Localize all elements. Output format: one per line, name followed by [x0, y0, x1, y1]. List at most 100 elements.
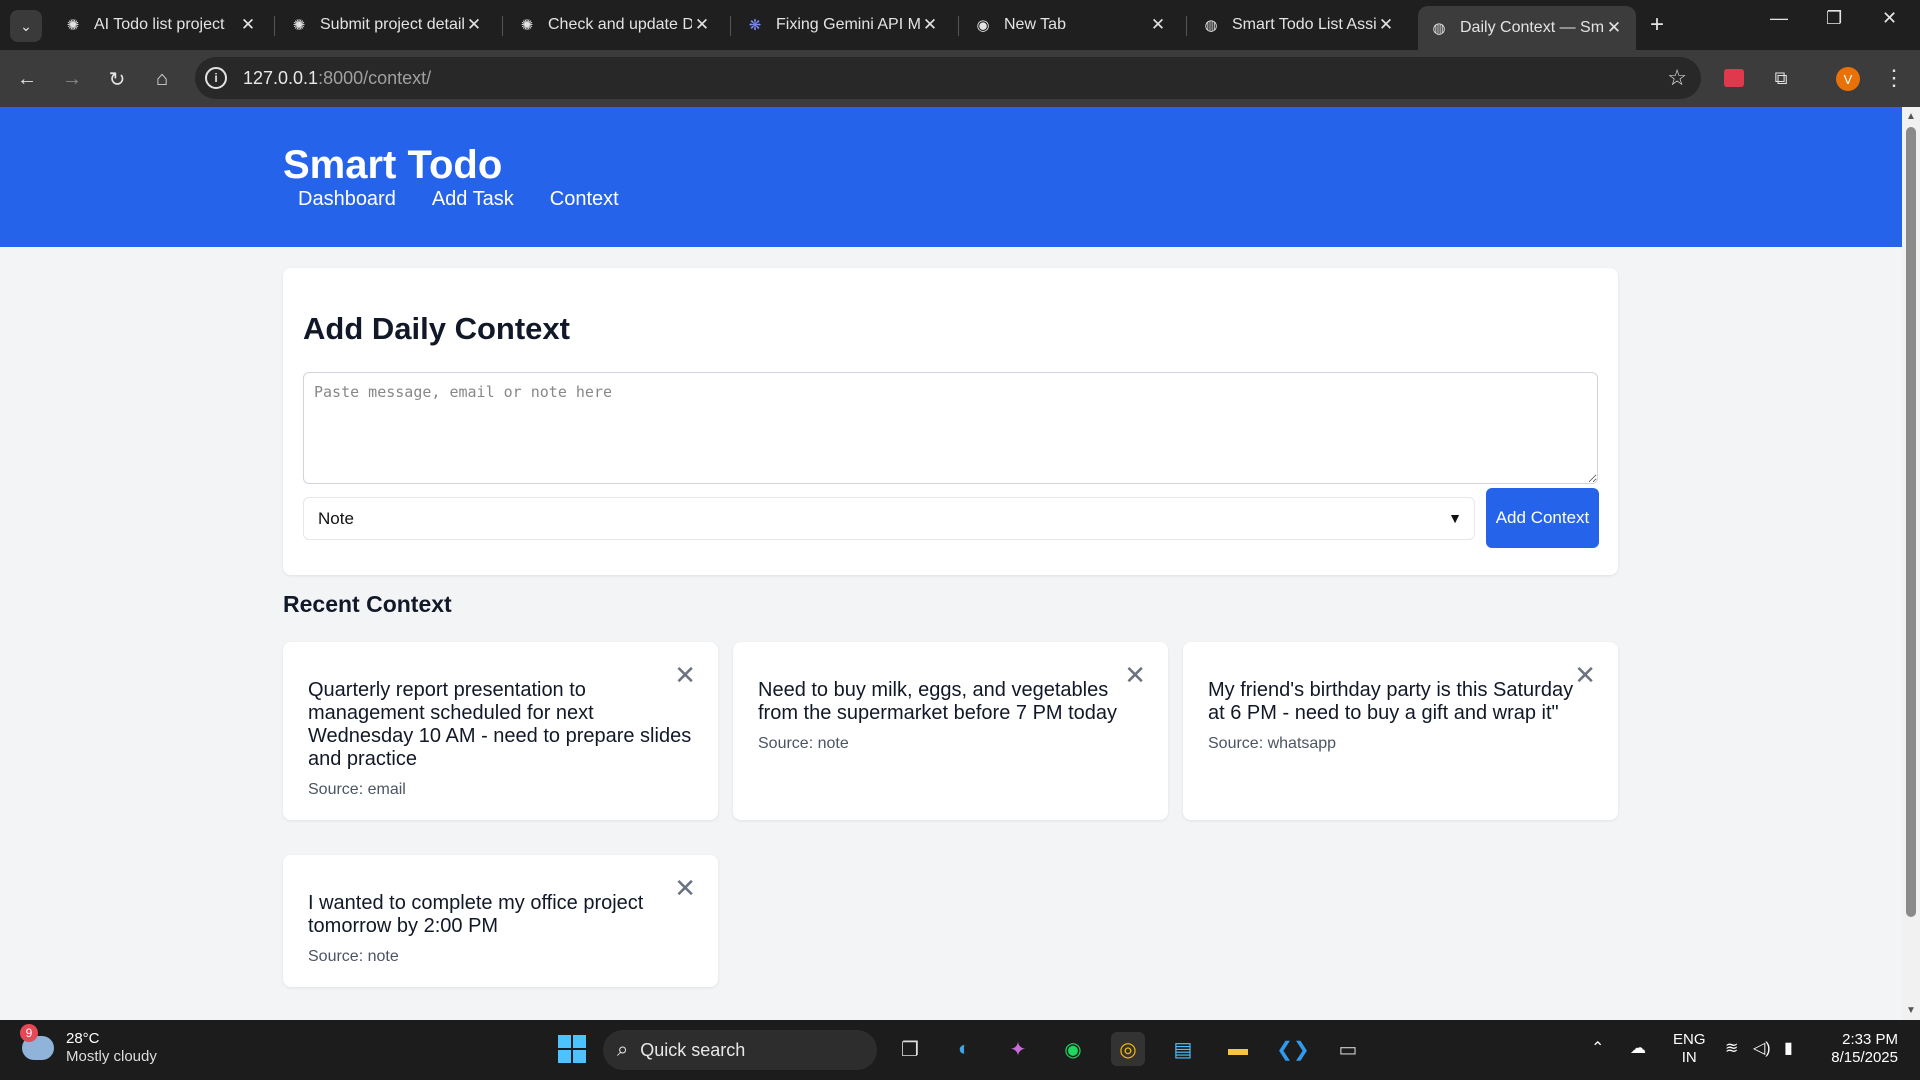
- lang-primary: ENG: [1673, 1031, 1706, 1048]
- delete-context-icon[interactable]: ✕: [1574, 660, 1596, 691]
- source-select[interactable]: Note ▼: [303, 497, 1475, 540]
- spotify-icon[interactable]: ◉: [1056, 1032, 1090, 1066]
- windows-start-icon[interactable]: [555, 1032, 589, 1066]
- page-scrollbar[interactable]: ▲ ▼: [1902, 107, 1920, 1020]
- profile-avatar[interactable]: V: [1836, 67, 1860, 91]
- openai-icon: ✺: [66, 17, 80, 34]
- back-icon[interactable]: ←: [12, 64, 42, 94]
- context-text-input[interactable]: [303, 372, 1598, 484]
- new-tab-button[interactable]: +: [1650, 12, 1664, 38]
- terminal-icon[interactable]: ▭: [1331, 1032, 1365, 1066]
- source-select-value: Note: [318, 508, 354, 528]
- context-source: Source: note: [758, 735, 849, 752]
- context-message: My friend's birthday party is this Satur…: [1208, 679, 1574, 724]
- tab-divider: [502, 16, 503, 36]
- close-icon[interactable]: ✕: [692, 15, 712, 35]
- battery-icon[interactable]: ▮: [1784, 1038, 1793, 1058]
- vscode-icon[interactable]: ❮❯: [1276, 1032, 1310, 1066]
- window-close-icon[interactable]: ✕: [1882, 8, 1897, 29]
- page-title: Add Daily Context: [303, 311, 570, 346]
- nav-context[interactable]: Context: [550, 188, 619, 211]
- tab-divider: [730, 16, 731, 36]
- recent-context-title: Recent Context: [283, 591, 452, 617]
- tab-smart-todo[interactable]: ◍ Smart Todo List Assis ✕: [1190, 8, 1408, 42]
- tab-title: Daily Context — Sma: [1460, 19, 1604, 36]
- openai-icon: ✺: [292, 17, 306, 34]
- weather-condition: Mostly cloudy: [66, 1048, 157, 1065]
- pocket-extension-icon[interactable]: [1720, 64, 1748, 92]
- input-language[interactable]: ENG IN: [1673, 1031, 1706, 1067]
- tab-gemini-api[interactable]: ❋ Fixing Gemini API Mo ✕: [734, 8, 952, 42]
- clock-date: 8/15/2025: [1831, 1049, 1898, 1066]
- app-brand[interactable]: Smart Todo: [283, 143, 502, 188]
- tab-submit-project[interactable]: ✺ Submit project details ✕: [278, 8, 496, 42]
- chevron-up-icon[interactable]: ⌃: [1591, 1038, 1604, 1058]
- context-message: Quarterly report presentation to managem…: [308, 679, 692, 770]
- notepad-icon[interactable]: ▤: [1166, 1032, 1200, 1066]
- weather-widget[interactable]: 9 28°C Mostly cloudy: [20, 1024, 157, 1066]
- delete-context-icon[interactable]: ✕: [1124, 660, 1146, 691]
- context-card: Quarterly report presentation to managem…: [283, 642, 718, 820]
- taskbar-search[interactable]: ⌕ Quick search: [603, 1030, 877, 1070]
- gemini-icon: ❋: [748, 17, 762, 34]
- openai-icon: ✺: [520, 17, 534, 34]
- scroll-down-icon[interactable]: ▼: [1906, 1005, 1916, 1016]
- add-context-card: Add Daily Context Note ▼ Add Context: [283, 268, 1618, 575]
- file-explorer-icon[interactable]: ▬: [1221, 1032, 1255, 1066]
- minimize-icon[interactable]: —: [1770, 8, 1788, 29]
- nav-add-task[interactable]: Add Task: [432, 188, 514, 211]
- url-host: 127.0.0.1: [243, 67, 319, 88]
- delete-context-icon[interactable]: ✕: [674, 873, 696, 904]
- tab-daily-context[interactable]: ◍ Daily Context — Sma ✕: [1418, 6, 1636, 50]
- forward-icon[interactable]: →: [57, 64, 87, 94]
- close-icon[interactable]: ✕: [238, 15, 258, 35]
- browser-tab-strip: ⌄ ✺ AI Todo list project ✕ ✺ Submit proj…: [0, 0, 1920, 50]
- scrollbar-thumb[interactable]: [1906, 127, 1916, 917]
- nav-dashboard[interactable]: Dashboard: [298, 188, 396, 211]
- context-source: Source: email: [308, 781, 406, 798]
- add-context-button[interactable]: Add Context: [1486, 488, 1599, 548]
- tab-check-update[interactable]: ✺ Check and update Dj ✕: [506, 8, 724, 42]
- close-icon[interactable]: ✕: [1604, 18, 1624, 38]
- close-icon[interactable]: ✕: [1376, 15, 1396, 35]
- main-nav: Dashboard Add Task Context: [298, 188, 619, 211]
- globe-icon: ◍: [1432, 20, 1446, 37]
- extensions-puzzle-icon[interactable]: ⧉: [1767, 64, 1795, 92]
- tab-title: AI Todo list project: [94, 16, 225, 33]
- system-clock[interactable]: 2:33 PM 8/15/2025: [1820, 1031, 1898, 1067]
- tab-title: Fixing Gemini API Mo: [776, 16, 920, 33]
- tab-title: Submit project details: [320, 16, 464, 33]
- copilot-icon[interactable]: ✦: [1001, 1032, 1035, 1066]
- task-view-icon[interactable]: ❐: [893, 1032, 927, 1066]
- scroll-up-icon[interactable]: ▲: [1906, 111, 1916, 122]
- wifi-icon[interactable]: ≋: [1725, 1038, 1738, 1058]
- home-icon[interactable]: ⌂: [147, 64, 177, 94]
- clock-time: 2:33 PM: [1842, 1031, 1898, 1048]
- edge-icon[interactable]: ◐: [947, 1032, 981, 1066]
- close-icon[interactable]: ✕: [464, 15, 484, 35]
- tab-new-tab[interactable]: ◉ New Tab ✕: [962, 8, 1180, 42]
- menu-kebab-icon[interactable]: ⋮: [1880, 64, 1908, 92]
- notification-badge: 9: [20, 1024, 38, 1042]
- delete-context-icon[interactable]: ✕: [674, 660, 696, 691]
- close-icon[interactable]: ✕: [1148, 15, 1168, 35]
- tab-search-button[interactable]: ⌄: [10, 10, 42, 42]
- tab-ai-todo[interactable]: ✺ AI Todo list project ✕: [52, 8, 270, 42]
- tab-title: New Tab: [1004, 16, 1066, 33]
- volume-icon[interactable]: ◁): [1753, 1038, 1771, 1058]
- bookmark-star-icon[interactable]: ☆: [1667, 65, 1687, 91]
- site-info-icon[interactable]: i: [205, 67, 227, 89]
- address-bar[interactable]: i 127.0.0.1:8000/context/ ☆: [195, 57, 1701, 99]
- page-viewport: Smart Todo Dashboard Add Task Context Ad…: [0, 107, 1902, 1020]
- tab-title: Check and update Dj: [548, 16, 692, 33]
- url-path: :8000/context/: [318, 67, 432, 88]
- context-message: I wanted to complete my office project t…: [308, 892, 644, 937]
- close-icon[interactable]: ✕: [920, 15, 940, 35]
- restore-icon[interactable]: ❐: [1826, 8, 1842, 29]
- context-card: Need to buy milk, eggs, and vegetables f…: [733, 642, 1168, 820]
- onedrive-icon[interactable]: ☁: [1630, 1038, 1646, 1058]
- chrome-icon[interactable]: ◎: [1111, 1032, 1145, 1066]
- reload-icon[interactable]: ↻: [102, 64, 132, 94]
- chevron-down-icon: ⌄: [20, 17, 32, 34]
- context-source: Source: whatsapp: [1208, 735, 1337, 752]
